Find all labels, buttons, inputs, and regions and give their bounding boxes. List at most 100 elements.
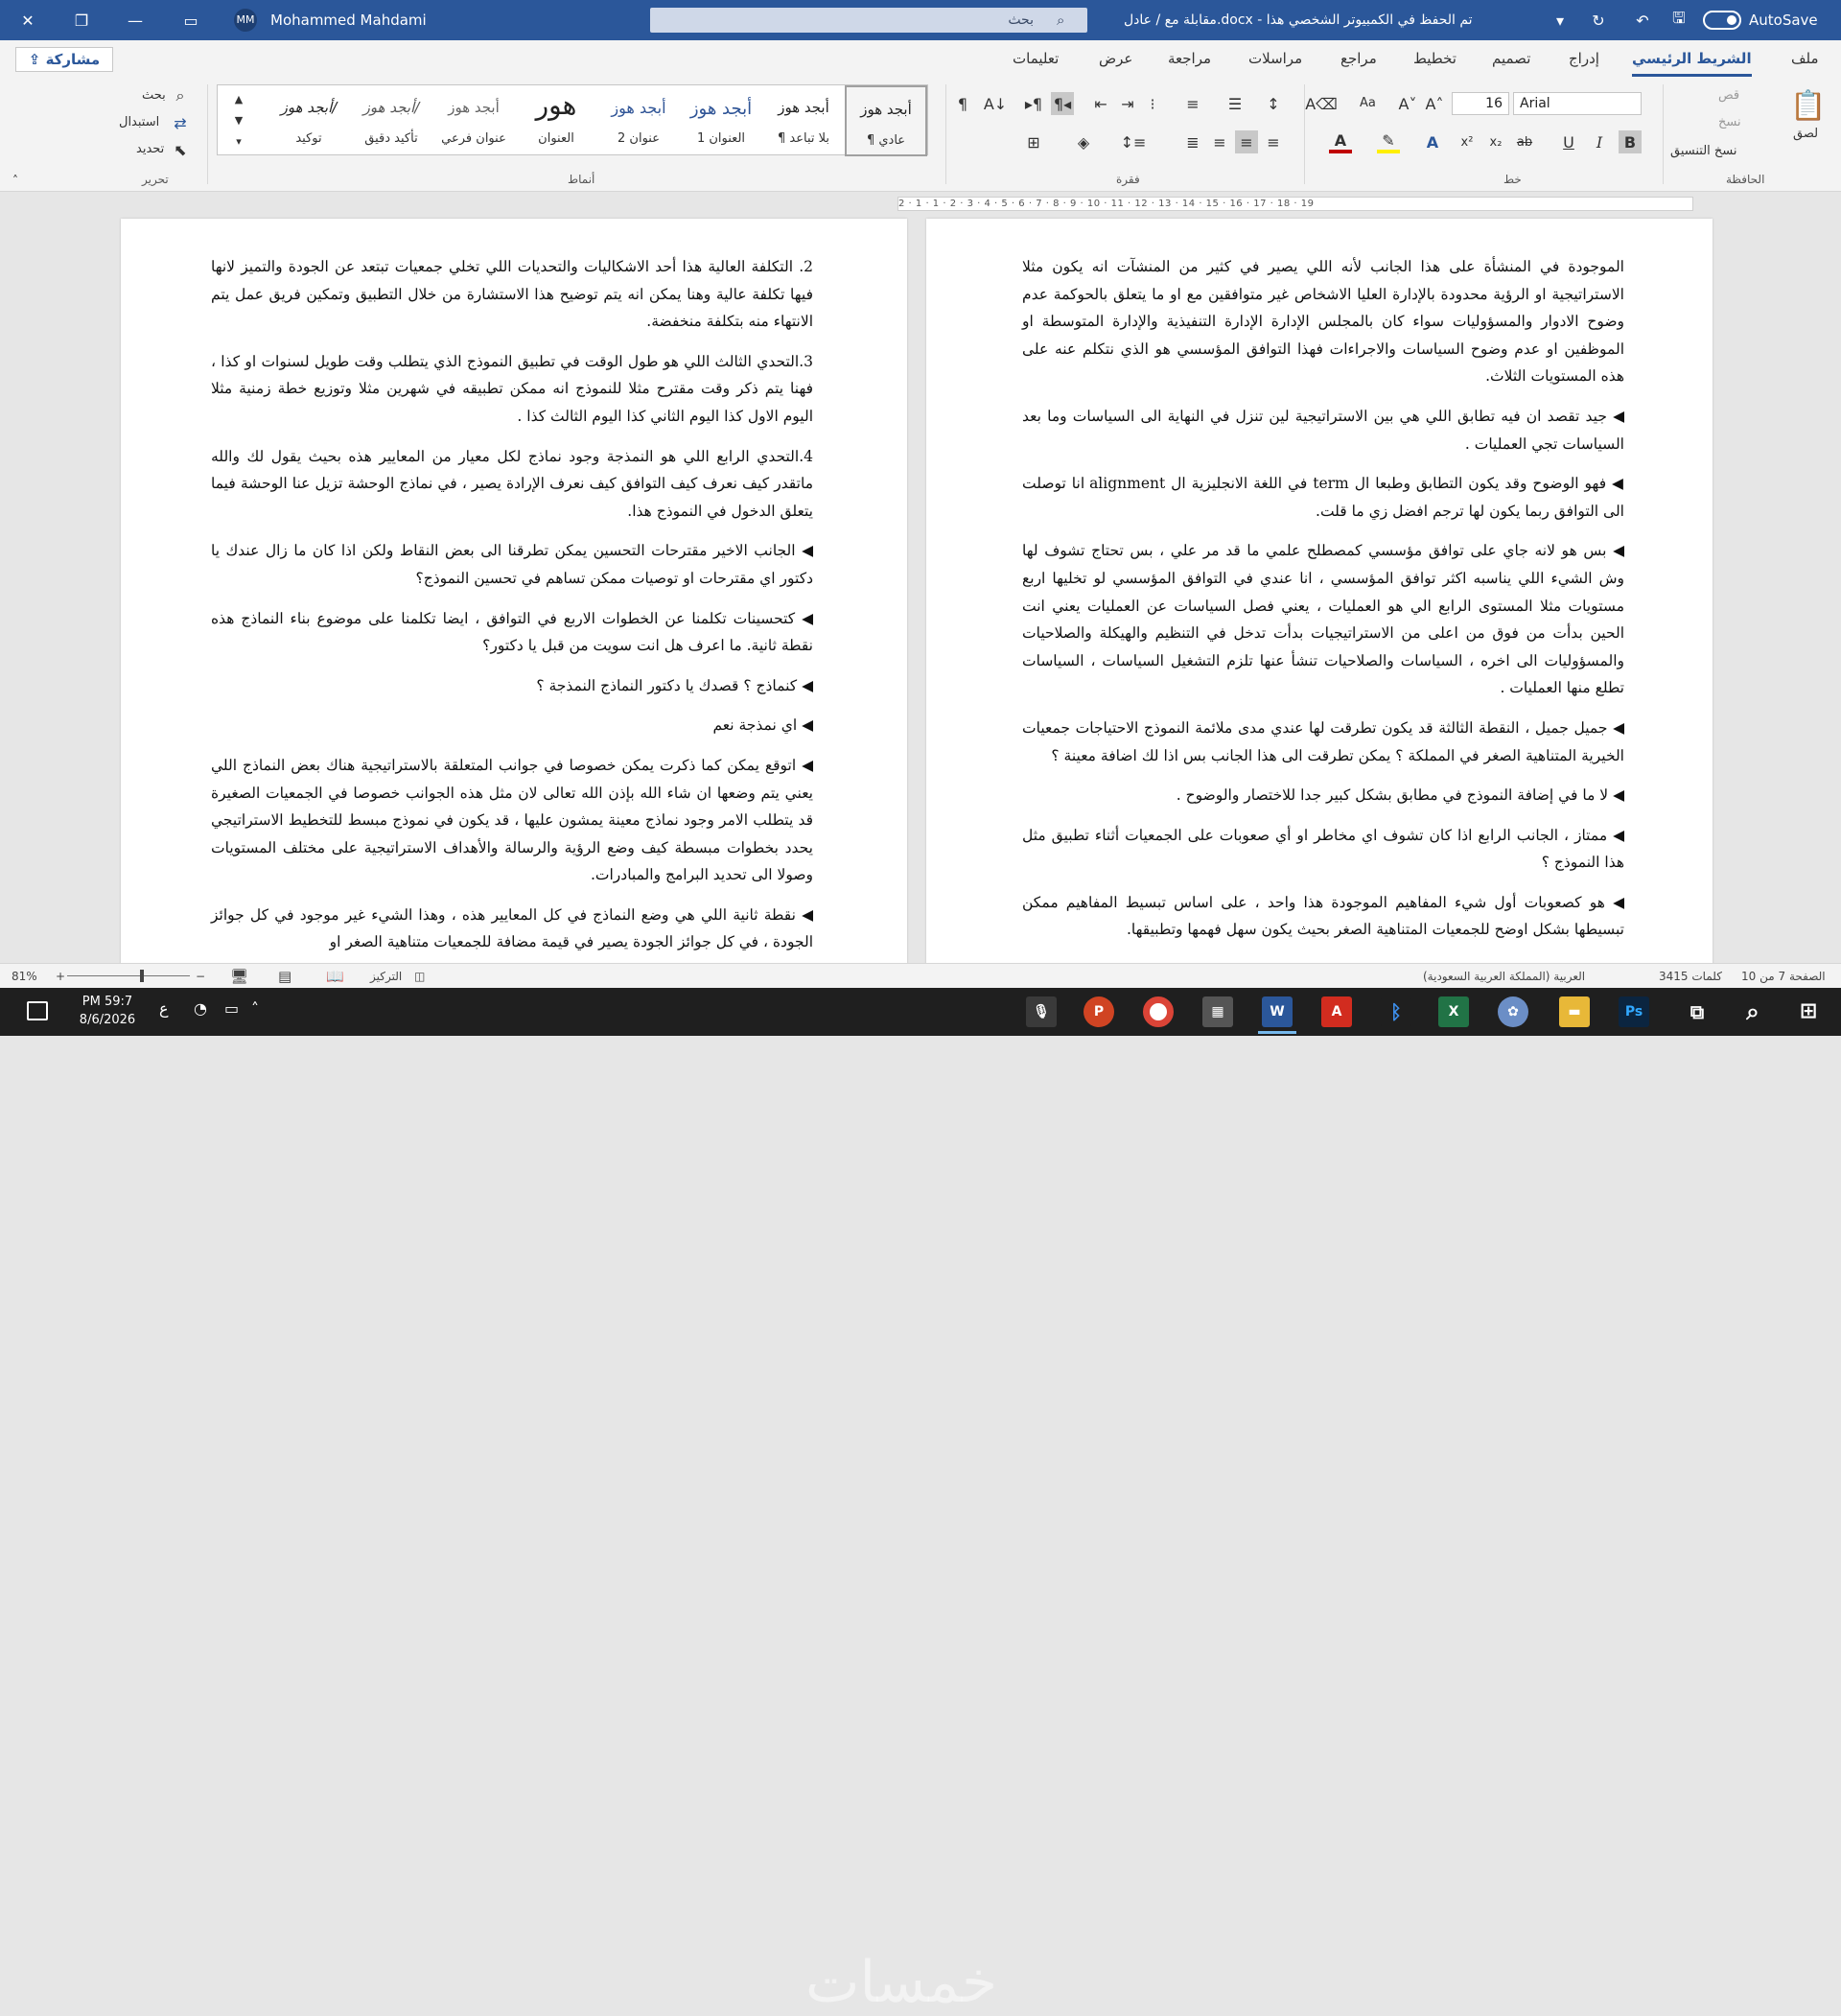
paragraph[interactable]: ◀ جيد تقصد ان فيه تطابق اللي هي بين الاس… <box>1022 403 1624 457</box>
minimize-icon[interactable]: — <box>113 0 157 40</box>
paragraph[interactable]: 4.التحدي الرابع اللي هو النمذجة وجود نما… <box>211 443 813 526</box>
highlight-color-icon[interactable]: ✎ <box>1377 130 1400 153</box>
notifications-icon[interactable] <box>27 1001 48 1020</box>
grow-font-icon[interactable]: A˄ <box>1423 92 1446 115</box>
tab-review[interactable]: مراجعة <box>1168 40 1211 77</box>
styles-scroll-up-icon[interactable]: ▲ <box>227 87 250 110</box>
bluetooth-icon[interactable]: ᛒ <box>1381 996 1411 1027</box>
photoshop-icon[interactable]: Ps <box>1619 996 1649 1027</box>
text-effects-icon[interactable]: A <box>1421 130 1444 153</box>
tab-file[interactable]: ملف <box>1791 40 1819 77</box>
ribbon-display-options-icon[interactable]: ▭ <box>169 0 213 40</box>
bold-button[interactable]: B <box>1619 130 1642 153</box>
superscript-button[interactable]: x² <box>1456 130 1479 153</box>
paragraph[interactable]: ◀ جميل جميل ، النقطة الثالثة قد يكون تطر… <box>1022 715 1624 769</box>
find-button[interactable]: بحث <box>142 88 166 103</box>
ltr-direction-icon[interactable]: ▸¶ <box>1022 92 1045 115</box>
tab-home[interactable]: الشريط الرئيسي <box>1632 40 1752 77</box>
paragraph[interactable]: ◀ فهو الوضوح وقد يكون التطابق وطبعا ال t… <box>1022 470 1624 525</box>
close-icon[interactable]: ✕ <box>6 0 50 40</box>
align-right-icon[interactable]: ≡ <box>1262 130 1285 153</box>
powerpoint-icon[interactable]: P <box>1084 996 1114 1027</box>
page-right[interactable]: الموجودة في المنشأة على هذا الجانب لأنه … <box>926 219 1713 963</box>
line-spacing-icon[interactable]: ↕≡ <box>1121 130 1147 153</box>
save-icon[interactable]: 🖫 <box>1657 0 1701 40</box>
tab-mailings[interactable]: مراسلات <box>1248 40 1302 77</box>
sort-icon[interactable]: ↕ <box>1262 92 1285 115</box>
show-formatting-icon[interactable]: ¶ <box>951 92 974 115</box>
paragraph[interactable]: ◀ كتحسينات تكلمنا عن الخطوات الاربع في ا… <box>211 605 813 660</box>
font-size-select[interactable]: 16 <box>1452 92 1509 115</box>
battery-icon[interactable]: ▭ <box>224 999 239 1018</box>
replace-icon[interactable]: ⇄ <box>169 111 192 134</box>
select-icon[interactable]: ⬉ <box>169 138 192 161</box>
style-subtitle[interactable]: أبجد هوز عنوان فرعي <box>432 85 515 156</box>
tab-insert[interactable]: إدراج <box>1569 40 1599 77</box>
task-view-icon[interactable]: ⧉ <box>1682 996 1713 1027</box>
paragraph[interactable]: ◀ ممتاز ، الجانب الرابع اذا كان تشوف اي … <box>1022 822 1624 877</box>
style-heading-1[interactable]: أبجد هوز العنوان 1 <box>680 85 762 156</box>
align-left-icon[interactable]: ≡ <box>1208 130 1231 153</box>
multilevel-list-icon[interactable]: ☰ <box>1223 92 1247 115</box>
paragraph[interactable]: ◀ لا ما في إضافة النموذج في مطابق بشكل ك… <box>1022 782 1624 809</box>
zoom-level[interactable]: 81% <box>12 964 37 989</box>
align-center-icon[interactable]: ≡ <box>1235 130 1258 153</box>
search-icon[interactable]: ⌕ <box>1737 996 1768 1027</box>
font-name-select[interactable]: Arial <box>1513 92 1642 115</box>
paragraph[interactable]: 3.التحدي الثالث اللي هو طول الوقت في تطب… <box>211 348 813 431</box>
word-count[interactable]: 3415 كلمات <box>1659 964 1722 989</box>
tab-view[interactable]: عرض <box>1099 40 1132 77</box>
format-painter-button[interactable]: نسخ التنسيق <box>1670 144 1737 158</box>
styles-scroll-down-icon[interactable]: ▼ <box>227 108 250 131</box>
paragraph[interactable]: 2. التكلفة العالية هذا أحد الاشكاليات وا… <box>211 253 813 336</box>
start-icon[interactable]: ⊞ <box>1793 996 1824 1027</box>
user-name[interactable]: Mohammed Mahdami <box>270 0 427 40</box>
copy-button[interactable]: نسخ <box>1718 115 1741 129</box>
italic-button[interactable]: I <box>1588 130 1611 153</box>
rtl-direction-icon[interactable]: ¶◂ <box>1051 92 1074 115</box>
web-layout-icon[interactable]: 🖥 <box>230 964 248 989</box>
tab-help[interactable]: تعليمات <box>1013 40 1059 77</box>
clock[interactable]: PM 59:7 8/6/2026 <box>61 993 153 1029</box>
change-case-button[interactable]: Aa <box>1360 96 1376 110</box>
justify-icon[interactable]: ≣ <box>1181 130 1204 153</box>
paste-icon[interactable]: 📋 <box>1789 86 1828 125</box>
tab-layout[interactable]: تخطيط <box>1413 40 1456 77</box>
tab-references[interactable]: مراجع <box>1340 40 1377 77</box>
avatar[interactable]: MM <box>234 9 257 32</box>
settings-app-icon[interactable]: ✿ <box>1498 996 1528 1027</box>
excel-icon[interactable]: X <box>1438 996 1469 1027</box>
collapse-ribbon-icon[interactable]: ˄ <box>4 169 27 192</box>
paragraph[interactable]: ◀ نقطة ثانية اللي هي وضع النماذج في كل ا… <box>211 902 813 956</box>
style-emphasis[interactable]: أبجد هوز/توكيد <box>268 85 350 156</box>
font-color-icon[interactable]: A <box>1329 130 1352 153</box>
focus-label[interactable]: التركيز <box>370 964 402 989</box>
chrome-icon[interactable] <box>1143 996 1174 1027</box>
restore-icon[interactable]: ❐ <box>59 0 104 40</box>
input-language[interactable]: ع <box>159 999 169 1018</box>
autosave-toggle[interactable] <box>1703 11 1741 30</box>
zoom-in-icon[interactable]: + <box>56 964 65 989</box>
read-mode-icon[interactable]: 📖 <box>326 964 344 989</box>
paragraph[interactable]: الموجودة في المنشأة على هذا الجانب لأنه … <box>1022 253 1624 390</box>
paragraph[interactable]: ◀ اتوقع يمكن كما ذكرت يمكن خصوصا في جوان… <box>211 752 813 889</box>
cortana-mic-icon[interactable]: 🎙 <box>1026 996 1057 1027</box>
shading-icon[interactable]: ◈ <box>1072 130 1095 153</box>
sort-az-icon[interactable]: A↓ <box>984 92 1007 115</box>
network-icon[interactable]: ◔ <box>194 999 207 1018</box>
increase-indent-icon[interactable]: ⇥ <box>1116 92 1139 115</box>
style-subtle-emphasis[interactable]: أبجد هوز/تأكيد دقيق <box>350 85 432 156</box>
paste-label[interactable]: لصق <box>1793 127 1818 141</box>
borders-icon[interactable]: ⊞ <box>1022 130 1045 153</box>
show-hidden-icons[interactable]: ˄ <box>251 999 259 1018</box>
tab-design[interactable]: تصميم <box>1492 40 1530 77</box>
subscript-button[interactable]: x₂ <box>1484 130 1507 153</box>
zoom-slider[interactable] <box>67 975 190 976</box>
word-icon[interactable]: W <box>1262 996 1293 1027</box>
select-button[interactable]: تحديد <box>136 142 164 156</box>
numbering-icon[interactable]: ≡ <box>1181 92 1204 115</box>
page-count[interactable]: الصفحة 7 من 10 <box>1741 964 1826 989</box>
find-icon[interactable]: ⌕ <box>169 84 192 107</box>
zoom-slider-thumb[interactable] <box>140 970 144 982</box>
paragraph[interactable]: ◀ كنماذج ؟ قصدك يا دكتور النماذج النمذجة… <box>211 672 813 700</box>
